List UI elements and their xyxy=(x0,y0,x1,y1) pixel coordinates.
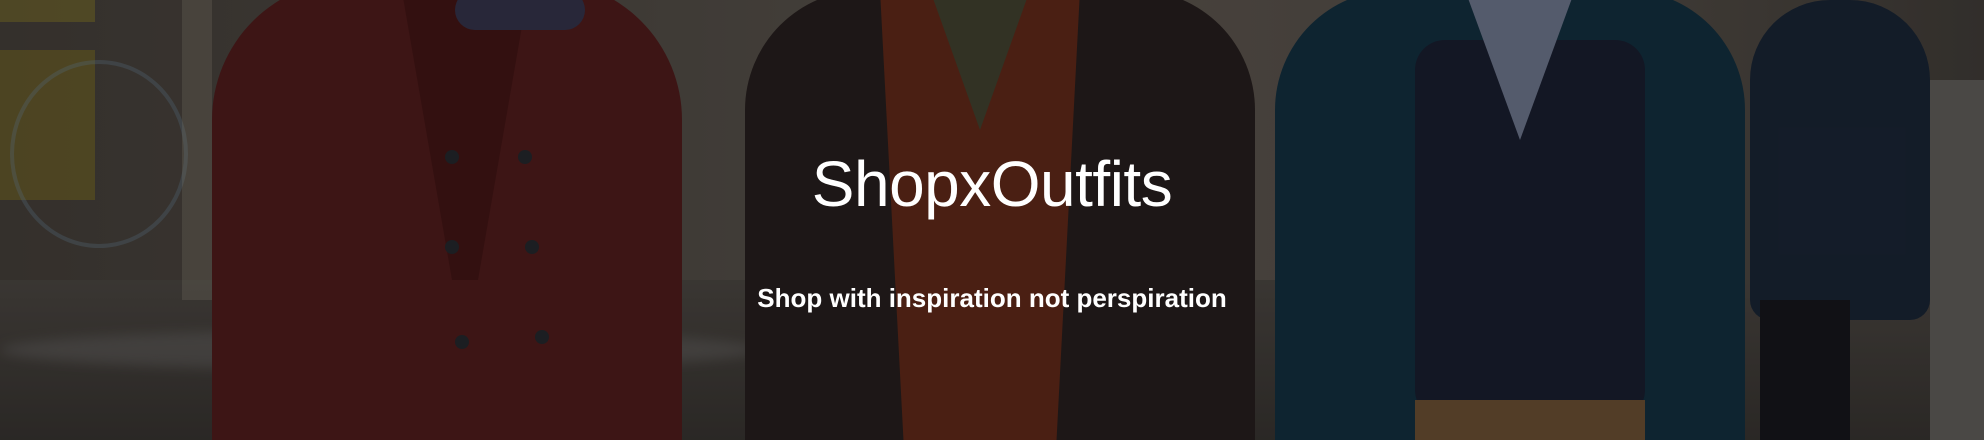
hero-tagline: Shop with inspiration not perspiration xyxy=(757,282,1227,313)
brand-title: ShopxOutfits xyxy=(811,148,1173,220)
hero-content: ShopxOutfits Shop with inspiration not p… xyxy=(0,0,1984,440)
hero-banner: ShopxOutfits Shop with inspiration not p… xyxy=(0,0,1984,440)
